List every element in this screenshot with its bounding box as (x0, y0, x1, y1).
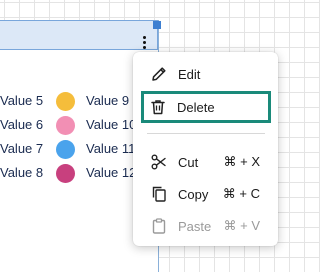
resize-handle[interactable] (153, 21, 161, 29)
legend-label: Value 11 (86, 141, 136, 156)
menu-item-label: Delete (177, 99, 215, 115)
menu-item-paste: Paste ⌘ + V (143, 212, 268, 240)
menu-item-shortcut: ⌘ + C (222, 186, 260, 201)
legend-swatch (56, 140, 75, 159)
menu-item-delete[interactable]: Delete (141, 91, 271, 123)
legend-label: Value 6 (0, 117, 44, 132)
legend-swatch (56, 164, 75, 183)
menu-item-cut[interactable]: Cut ⌘ + X (143, 148, 268, 176)
legend-swatch (56, 116, 75, 135)
menu-separator (147, 133, 265, 134)
legend-label: Value 5 (0, 93, 44, 108)
legend-label: Value 8 (0, 165, 44, 180)
kebab-icon (142, 35, 146, 49)
legend-label: Value 10 (86, 117, 137, 132)
menu-item-label: Paste (178, 218, 212, 234)
visual-header (0, 20, 158, 50)
menu-item-shortcut: ⌘ + V (223, 218, 261, 233)
context-menu: Edit Delete Cut ⌘ + X Copy ⌘ + C Paste ⌘… (133, 52, 278, 246)
menu-item-shortcut: ⌘ + X (223, 154, 261, 169)
menu-item-label: Cut (178, 154, 199, 170)
menu-item-label: Copy (178, 186, 209, 202)
legend-swatch (56, 92, 75, 111)
legend-label: Value 9 (86, 93, 130, 108)
more-options-button[interactable] (136, 31, 152, 53)
menu-item-edit[interactable]: Edit (143, 60, 268, 88)
menu-item-label: Edit (178, 66, 201, 82)
trash-icon (148, 97, 168, 117)
pencil-icon (149, 64, 169, 84)
clipboard-icon (149, 216, 169, 236)
copy-icon (149, 184, 169, 204)
legend-label: Value 7 (0, 141, 44, 156)
legend-label: Value 12 (86, 165, 137, 180)
scissors-icon (149, 152, 169, 172)
menu-item-copy[interactable]: Copy ⌘ + C (143, 180, 268, 208)
